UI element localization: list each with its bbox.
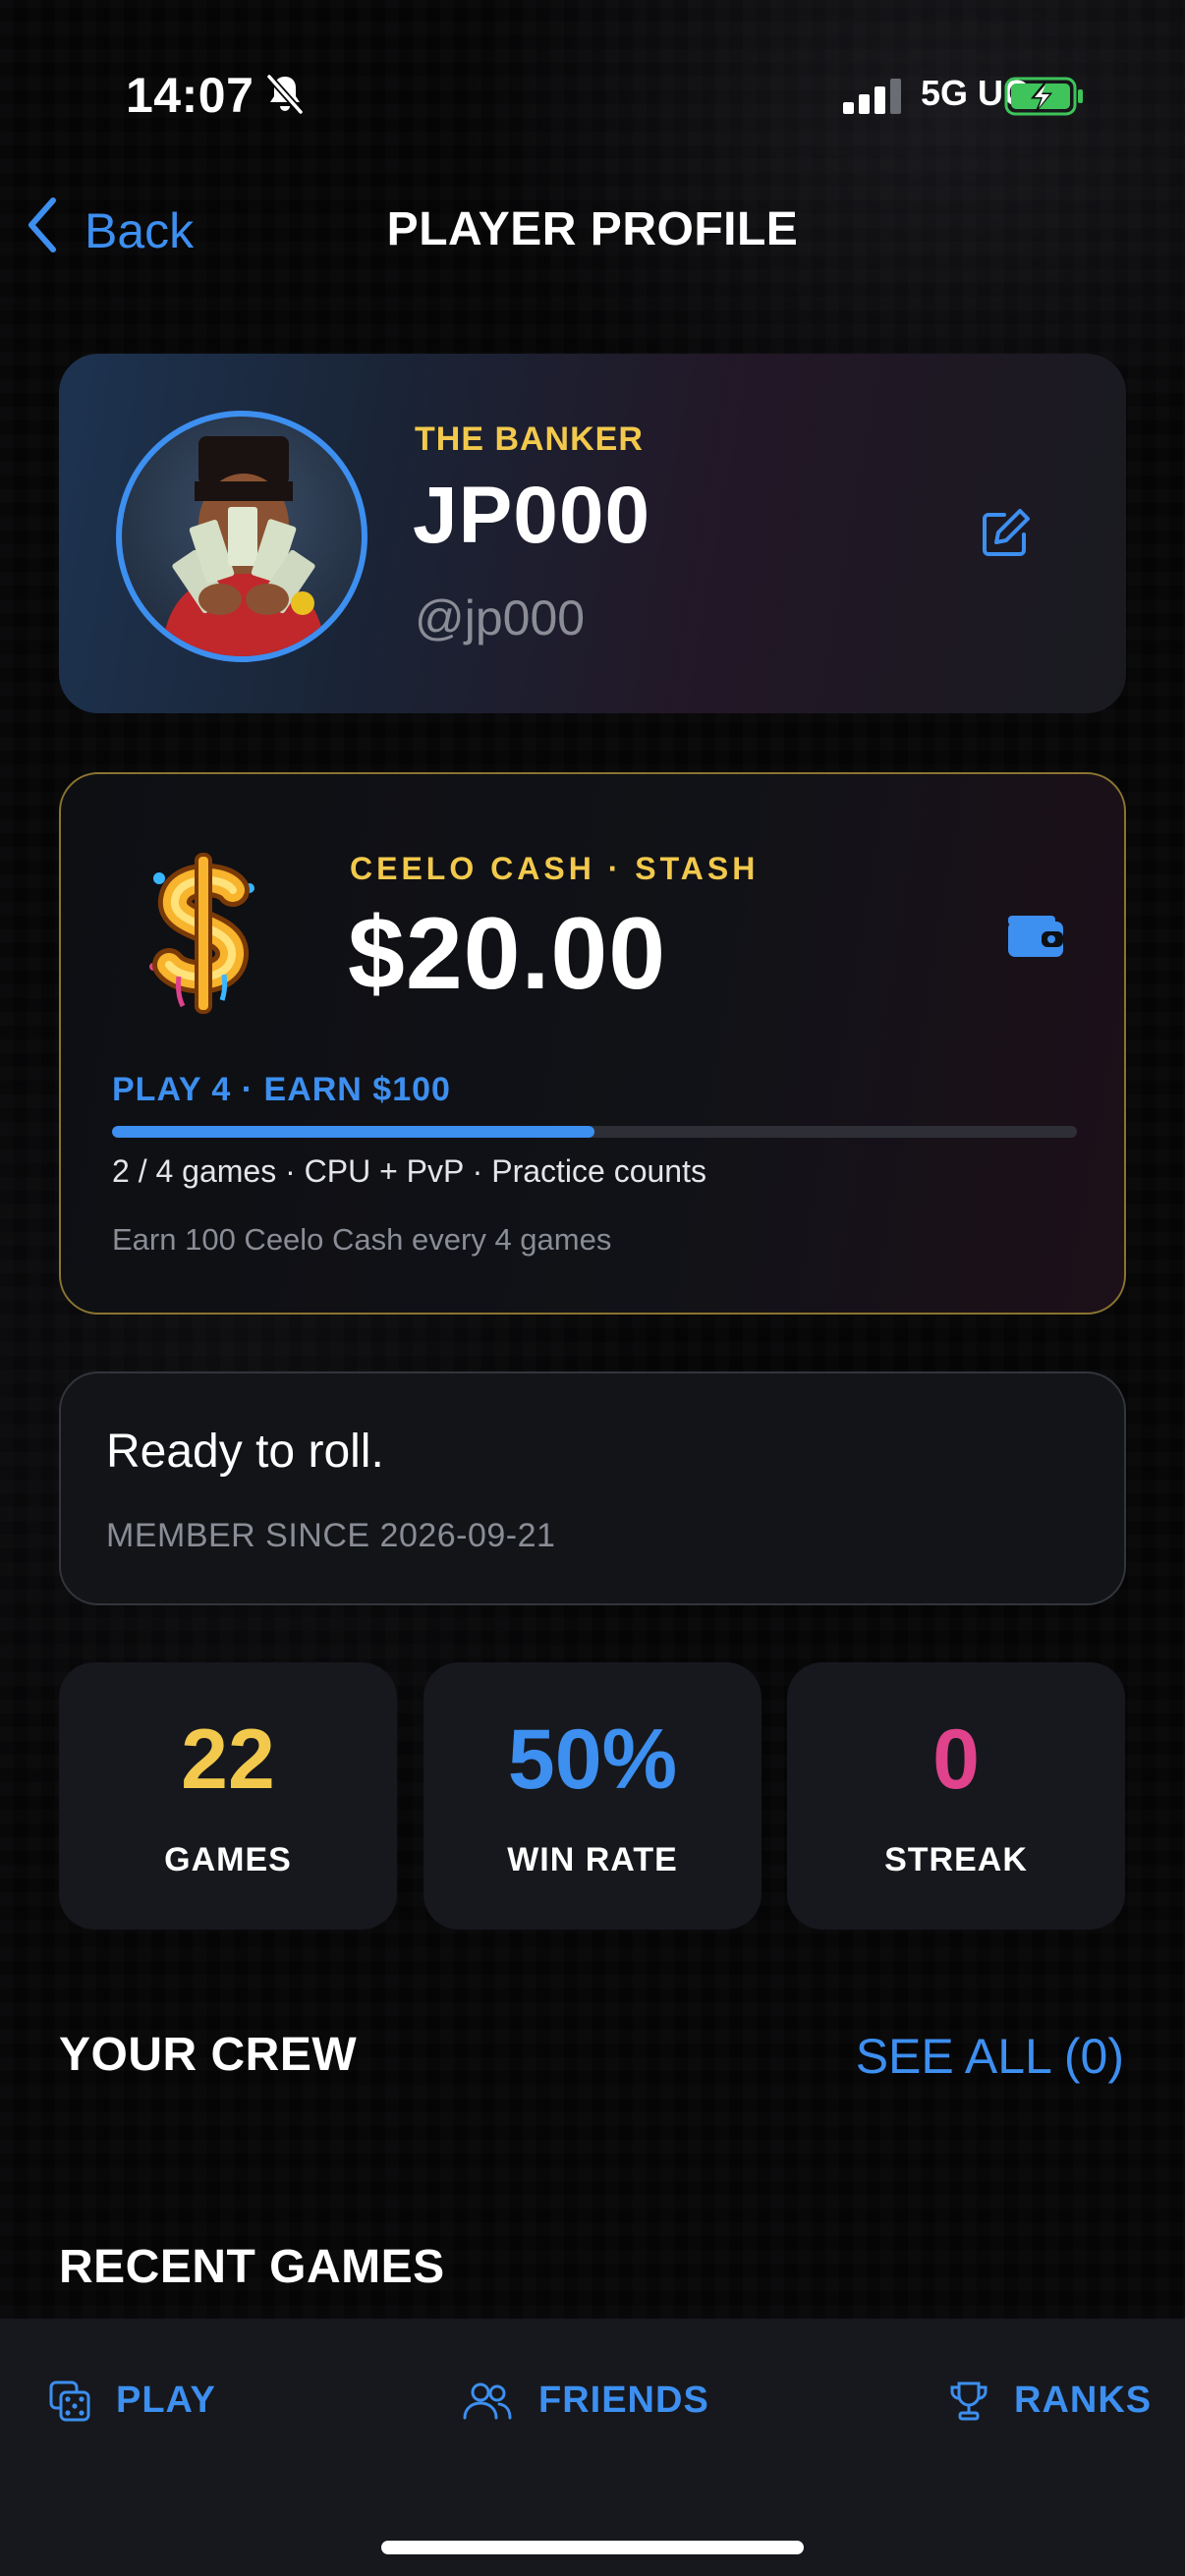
tab-ranks[interactable]: RANKS <box>949 2380 1152 2422</box>
page-title: PLAYER PROFILE <box>386 203 799 255</box>
stat-value: 50% <box>507 1712 678 1807</box>
users-icon <box>463 2382 512 2419</box>
progress-fill <box>112 1126 594 1138</box>
wallet-icon <box>1006 916 1065 963</box>
earn-note: Earn 100 Ceelo Cash every 4 games <box>112 1222 612 1257</box>
tab-friends[interactable]: FRIENDS <box>462 2380 709 2422</box>
bell-slash-icon <box>265 73 305 121</box>
dollar-sign-icon <box>140 849 267 1021</box>
stat-streak: 0 STREAK <box>787 1662 1125 1930</box>
edit-profile-button[interactable] <box>979 507 1032 565</box>
edit-icon <box>979 509 1032 564</box>
avatar[interactable] <box>116 411 367 662</box>
stat-games: 22 GAMES <box>59 1662 397 1930</box>
see-all-crew-link[interactable]: SEE ALL (0) <box>856 2028 1124 2085</box>
profile-card: THE BANKER JP000 @jp000 <box>59 354 1126 713</box>
bio-card: Ready to roll. MEMBER SINCE 2026-09-21 <box>59 1372 1126 1605</box>
ceelo-cash-card: CEELO CASH · STASH $20.00 PLAY 4 · EARN … <box>59 772 1126 1315</box>
stat-value: 0 <box>932 1712 980 1807</box>
progress-text: 2 / 4 games · CPU + PvP · Practice count… <box>112 1153 706 1189</box>
dice-icon <box>49 2380 90 2421</box>
cash-label: CEELO CASH · STASH <box>350 851 760 886</box>
games-progress-bar <box>112 1126 1077 1138</box>
member-since: MEMBER SINCE 2026-09-21 <box>106 1517 556 1554</box>
stat-value: 22 <box>181 1712 275 1807</box>
trophy-icon <box>950 2381 988 2420</box>
battery-charging-icon <box>1004 77 1085 121</box>
crew-section-title: YOUR CREW <box>59 2029 358 2081</box>
player-title: THE BANKER <box>415 420 644 458</box>
stat-win-rate: 50% WIN RATE <box>423 1662 762 1930</box>
bio-text: Ready to roll. <box>106 1426 384 1478</box>
wallet-button[interactable] <box>1006 912 1065 964</box>
stat-label: STREAK <box>884 1841 1028 1878</box>
stat-label: GAMES <box>164 1841 292 1878</box>
status-time: 14:07 <box>126 68 254 123</box>
goal-label: PLAY 4 · EARN $100 <box>112 1071 451 1108</box>
tab-label: PLAY <box>116 2380 216 2421</box>
player-name: JP000 <box>413 471 651 560</box>
tab-label: RANKS <box>1014 2380 1153 2421</box>
home-indicator <box>381 2541 804 2554</box>
tab-play[interactable]: PLAY <box>49 2380 216 2422</box>
recent-games-title: RECENT GAMES <box>59 2241 445 2293</box>
stat-label: WIN RATE <box>507 1841 678 1878</box>
player-handle: @jp000 <box>415 590 586 645</box>
tab-bar: PLAY FRIENDS RANKS <box>0 2319 1185 2576</box>
cash-amount: $20.00 <box>348 897 667 1011</box>
tab-label: FRIENDS <box>538 2380 709 2421</box>
cellular-signal-icon <box>843 79 904 119</box>
